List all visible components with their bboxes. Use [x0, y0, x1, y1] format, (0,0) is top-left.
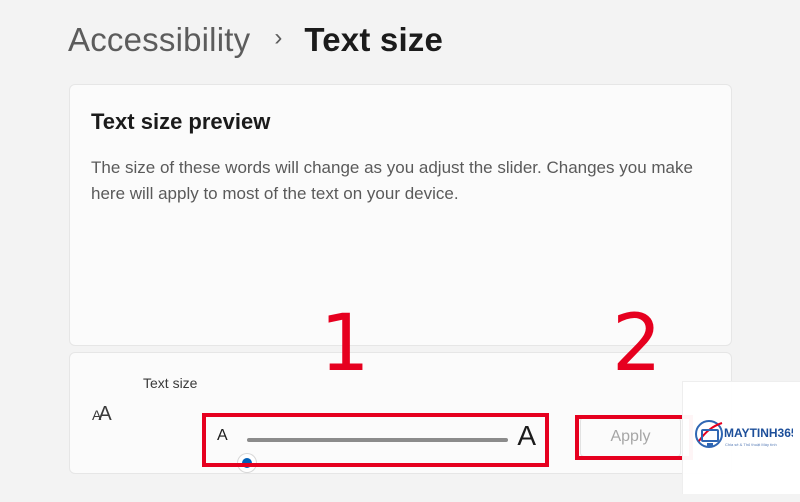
preview-title: Text size preview	[91, 109, 271, 134]
watermark-tagline: Chia sẻ & Thủ thuật Máy tính	[725, 442, 777, 447]
breadcrumb-accessibility[interactable]: Accessibility	[68, 21, 250, 59]
text-size-slider[interactable]	[238, 438, 508, 472]
breadcrumb-separator-icon: ›	[274, 24, 283, 51]
apply-button[interactable]: Apply	[580, 417, 681, 457]
text-size-slider-row: A A	[210, 415, 540, 472]
slider-max-label: A	[517, 420, 536, 451]
text-size-icon: AA	[92, 403, 112, 425]
watermark-brand: MAYTINH365	[724, 426, 793, 440]
slider-min-label: A	[217, 427, 228, 444]
annotation-number-two: 2	[612, 299, 662, 389]
breadcrumb: Accessibility › Text size	[68, 16, 443, 64]
text-size-label: Text size	[143, 375, 198, 391]
page-title: Text size	[304, 21, 444, 58]
preview-description: The size of these words will change as y…	[91, 158, 693, 203]
watermark-logo: MAYTINH365 Chia sẻ & Thủ thuật Máy tính	[682, 381, 800, 494]
slider-thumb[interactable]	[238, 454, 256, 472]
annotation-number-one: 1	[320, 299, 370, 389]
maytinh365-logo-icon: MAYTINH365 Chia sẻ & Thủ thuật Máy tính	[695, 420, 793, 448]
